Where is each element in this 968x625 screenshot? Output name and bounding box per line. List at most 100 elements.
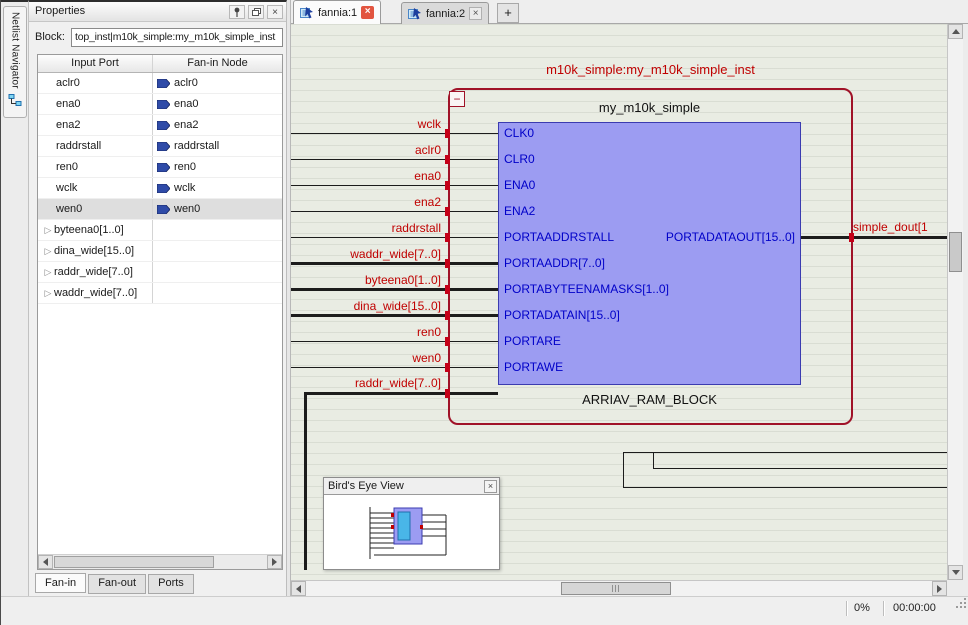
wire-label[interactable]: aclr0 <box>291 143 441 157</box>
port-name-left: PORTADATAIN[15..0] <box>504 308 620 322</box>
signal-wire[interactable] <box>291 159 498 160</box>
tab-fannia-2[interactable]: fannia:2 × <box>401 2 489 24</box>
input-port-cell[interactable]: ren0 <box>38 157 153 177</box>
scroll-down-button[interactable] <box>948 565 963 580</box>
input-port-cell[interactable]: ena0 <box>38 94 153 114</box>
fanin-node-cell[interactable]: ena0 <box>153 94 282 114</box>
wire-label[interactable]: byteena0[1..0] <box>291 273 441 287</box>
expand-icon[interactable]: ▷ <box>42 283 54 303</box>
birds-eye-titlebar[interactable]: Bird's Eye View × <box>324 478 499 495</box>
scrollbar-thumb[interactable] <box>949 232 962 272</box>
wire-label[interactable]: wclk <box>291 117 441 131</box>
fanin-node-label: aclr0 <box>174 73 198 93</box>
sidebar-tab-netlist-navigator[interactable]: Netlist Navigator <box>3 6 27 118</box>
vertical-scrollbar[interactable] <box>947 24 963 580</box>
column-header-input-port[interactable]: Input Port <box>38 55 153 72</box>
properties-titlebar[interactable]: Properties × <box>29 2 286 22</box>
signal-wire[interactable] <box>291 237 498 238</box>
signal-wire[interactable] <box>291 341 498 342</box>
resize-grip[interactable] <box>954 596 967 612</box>
fanin-node-cell[interactable]: raddrstall <box>153 136 282 156</box>
new-tab-button[interactable]: + <box>497 3 519 23</box>
table-row-selected[interactable]: wen0 wen0 <box>38 199 282 220</box>
horizontal-scrollbar[interactable] <box>291 580 947 596</box>
table-row[interactable]: wclk wclk <box>38 178 282 199</box>
group-port-cell[interactable]: ▷dina_wide[15..0] <box>38 241 153 261</box>
wire-label[interactable]: ena2 <box>291 195 441 209</box>
signal-wire[interactable] <box>291 185 498 186</box>
properties-bottom-tabs: Fan-in Fan-out Ports <box>35 574 194 594</box>
table-row[interactable]: ena0 ena0 <box>38 94 282 115</box>
scroll-up-button[interactable] <box>948 24 963 39</box>
group-port-cell[interactable]: ▷waddr_wide[7..0] <box>38 283 153 303</box>
table-row-group[interactable]: ▷byteena0[1..0] <box>38 220 282 241</box>
bus-wire[interactable] <box>291 288 498 291</box>
bus-wire[interactable] <box>304 392 307 570</box>
scroll-right-button[interactable] <box>267 555 282 569</box>
wire-label[interactable]: dina_wide[15..0] <box>291 299 441 313</box>
tab-ports[interactable]: Ports <box>148 574 194 594</box>
pin-button[interactable] <box>229 5 245 19</box>
block-field[interactable]: top_inst|m10k_simple:my_m10k_simple_inst <box>71 28 283 47</box>
expand-icon[interactable]: ▷ <box>42 262 54 282</box>
input-port-cell[interactable]: wclk <box>38 178 153 198</box>
input-port-cell[interactable]: raddrstall <box>38 136 153 156</box>
scroll-right-button[interactable] <box>932 581 947 596</box>
float-button[interactable] <box>248 5 264 19</box>
fanin-node-cell[interactable]: wen0 <box>153 199 282 219</box>
port-name-left: CLR0 <box>504 152 535 166</box>
bus-wire[interactable] <box>291 314 498 317</box>
input-port-cell[interactable]: ena2 <box>38 115 153 135</box>
input-port-cell[interactable]: wen0 <box>38 199 153 219</box>
background-wire <box>623 487 947 488</box>
birds-eye-window[interactable]: Bird's Eye View × <box>323 477 500 570</box>
collapse-button[interactable]: − <box>449 91 465 107</box>
column-header-fanin-node[interactable]: Fan-in Node <box>153 55 282 72</box>
wire-label[interactable]: simple_dout[1 <box>853 220 945 234</box>
input-port-cell[interactable]: aclr0 <box>38 73 153 93</box>
signal-wire[interactable] <box>291 211 498 212</box>
table-horizontal-scrollbar[interactable] <box>38 554 282 569</box>
scrollbar-thumb[interactable] <box>54 556 214 568</box>
wire-label[interactable]: raddrstall <box>291 221 441 235</box>
scroll-left-button[interactable] <box>291 581 306 596</box>
node-icon <box>157 184 170 193</box>
scroll-left-button[interactable] <box>38 555 53 569</box>
close-tab-button[interactable]: × <box>361 6 374 19</box>
bus-wire[interactable] <box>291 262 498 265</box>
expand-icon[interactable]: ▷ <box>42 241 54 261</box>
table-row-group[interactable]: ▷raddr_wide[7..0] <box>38 262 282 283</box>
table-row[interactable]: ena2 ena2 <box>38 115 282 136</box>
close-panel-button[interactable]: × <box>267 5 283 19</box>
group-port-cell[interactable]: ▷byteena0[1..0] <box>38 220 153 240</box>
table-row[interactable]: aclr0 aclr0 <box>38 73 282 94</box>
tab-fan-in[interactable]: Fan-in <box>35 573 86 593</box>
wire-label[interactable]: ena0 <box>291 169 441 183</box>
wire-label[interactable]: raddr_wide[7..0] <box>291 376 441 390</box>
birds-eye-close-button[interactable]: × <box>484 480 497 493</box>
group-port-cell[interactable]: ▷raddr_wide[7..0] <box>38 262 153 282</box>
fanin-node-cell[interactable]: ena2 <box>153 115 282 135</box>
fanin-node-cell[interactable]: ren0 <box>153 157 282 177</box>
wire-label[interactable]: ren0 <box>291 325 441 339</box>
block-label: Block: <box>35 31 65 43</box>
close-tab-button[interactable]: × <box>469 7 482 20</box>
fanin-node-cell[interactable]: wclk <box>153 178 282 198</box>
table-row-group[interactable]: ▷dina_wide[15..0] <box>38 241 282 262</box>
tab-fannia-1[interactable]: fannia:1 × <box>293 0 381 24</box>
table-row[interactable]: raddrstall raddrstall <box>38 136 282 157</box>
schematic-canvas[interactable]: m10k_simple:my_m10k_simple_inst − my_m10… <box>291 24 947 580</box>
fanin-node-cell[interactable]: aclr0 <box>153 73 282 93</box>
expand-icon[interactable]: ▷ <box>42 220 54 240</box>
table-row-group[interactable]: ▷waddr_wide[7..0] <box>38 283 282 304</box>
signal-wire[interactable] <box>291 367 498 368</box>
bus-wire[interactable] <box>304 392 498 395</box>
bus-wire[interactable] <box>801 236 947 239</box>
table-row[interactable]: ren0 ren0 <box>38 157 282 178</box>
wire-label[interactable]: wen0 <box>291 351 441 365</box>
birds-eye-content[interactable] <box>324 495 499 569</box>
signal-wire[interactable] <box>291 133 498 134</box>
tab-fan-out[interactable]: Fan-out <box>88 574 146 594</box>
scrollbar-thumb[interactable] <box>561 582 671 595</box>
wire-label[interactable]: waddr_wide[7..0] <box>291 247 441 261</box>
